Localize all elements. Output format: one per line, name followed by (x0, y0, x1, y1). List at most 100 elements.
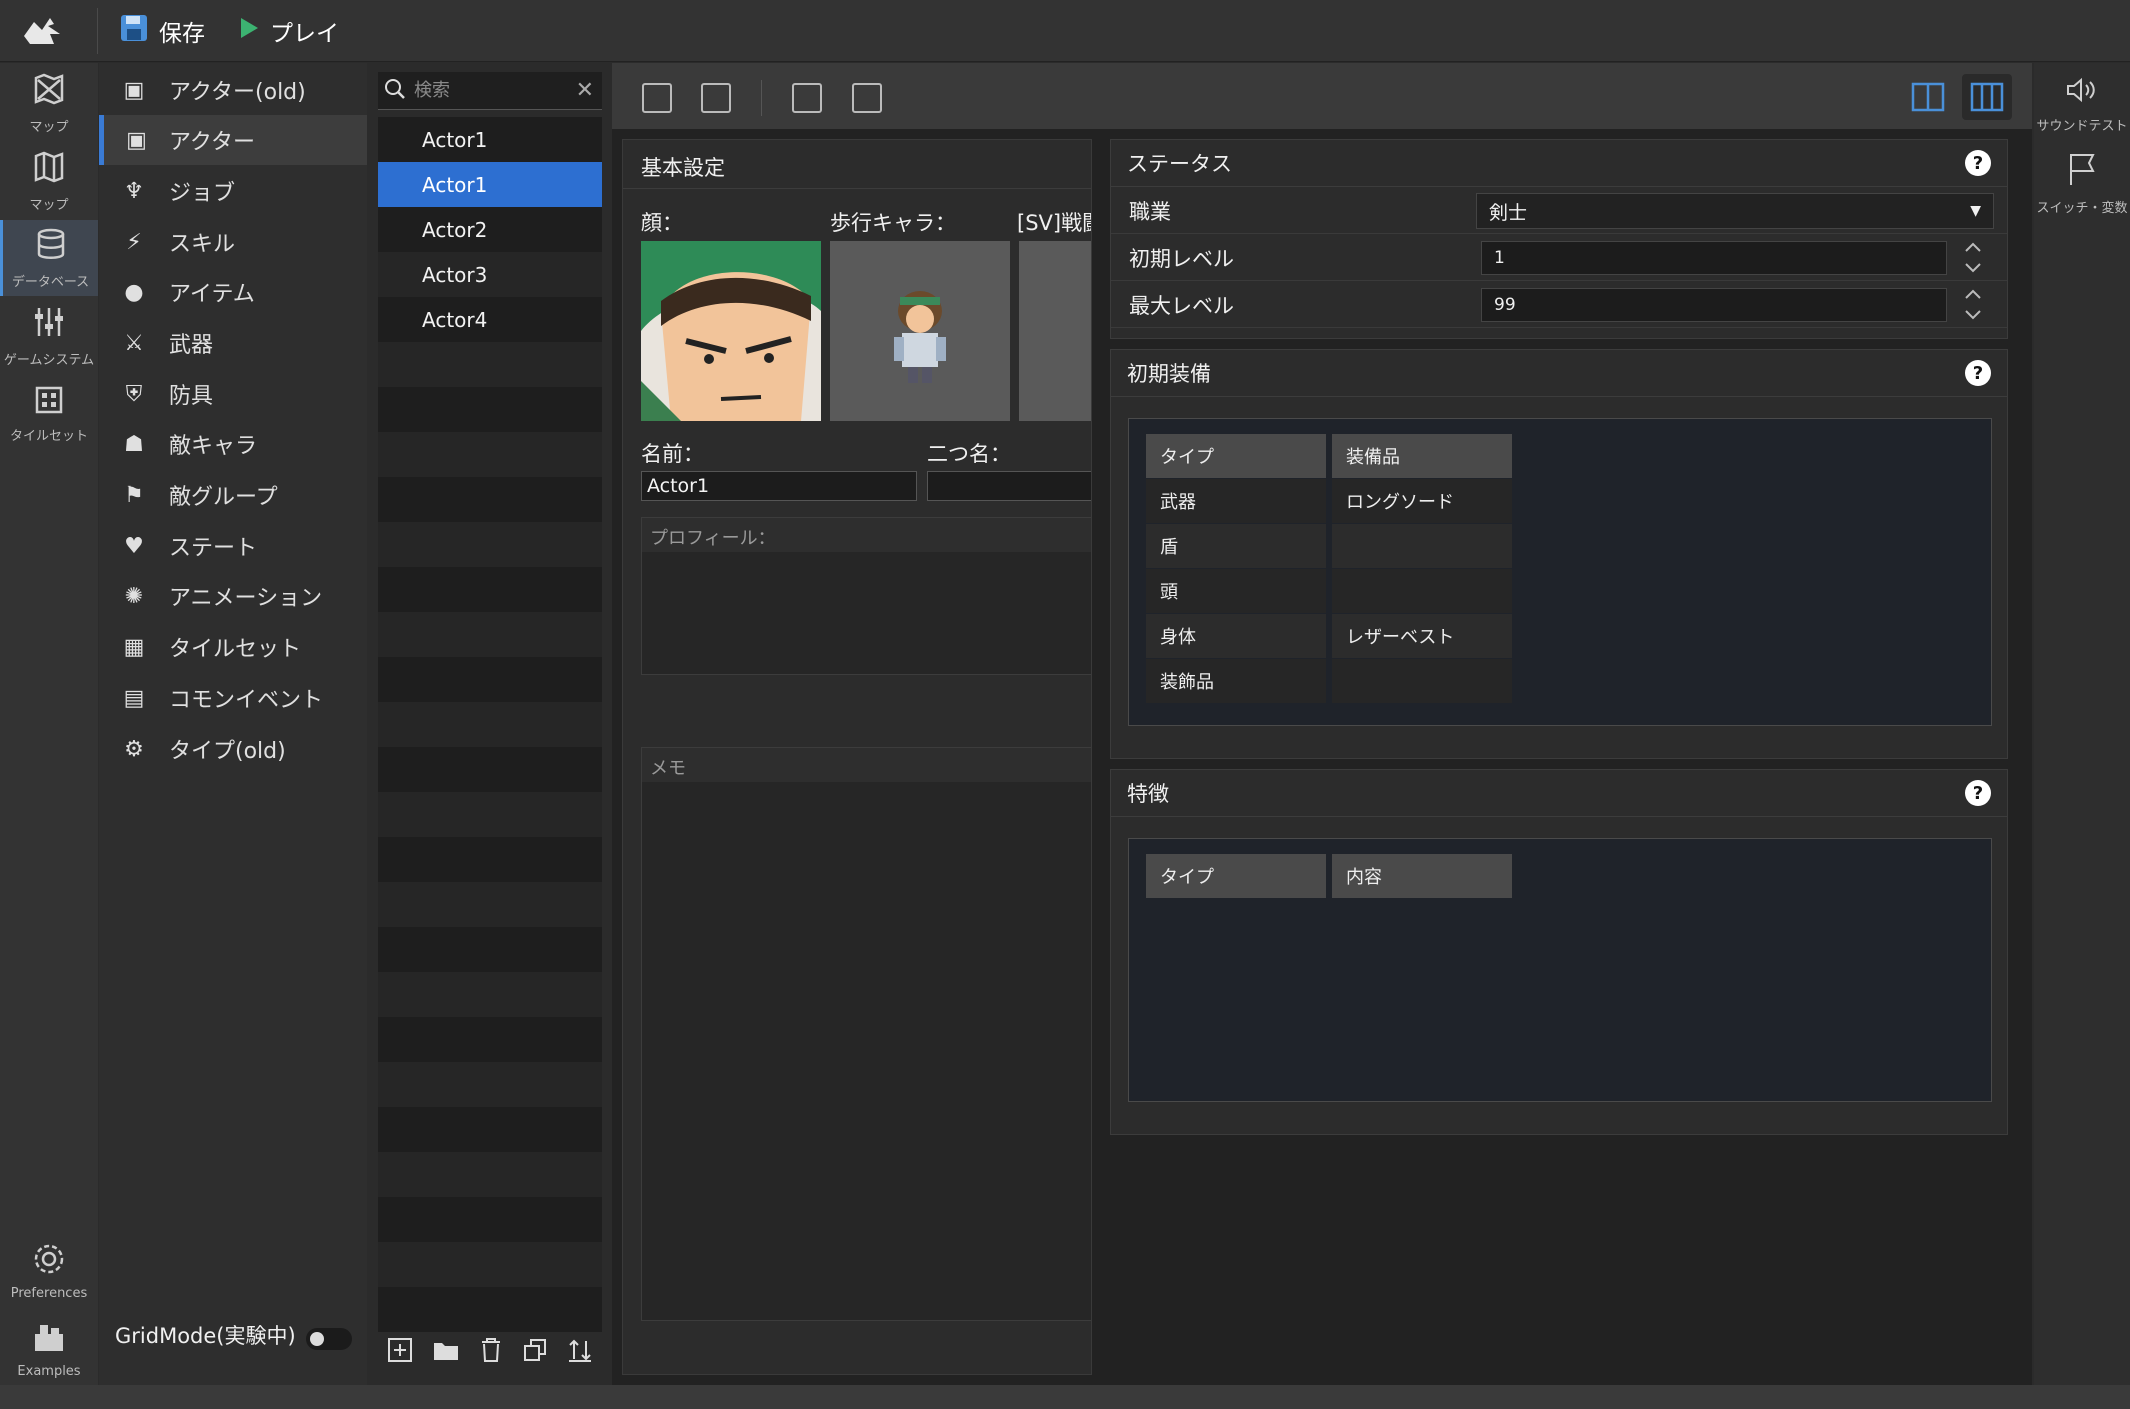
profile-area[interactable]: プロフィール： (641, 517, 1091, 675)
face-label: 顔： (641, 211, 683, 235)
view-option-1[interactable] (642, 83, 672, 113)
list-toolbar (378, 1330, 602, 1374)
gear-icon (32, 1242, 66, 1280)
menu-item-troop[interactable]: ⚑ 敵グループ (99, 470, 367, 520)
initial-level-stepper[interactable] (1958, 238, 1988, 278)
view-option-4[interactable] (852, 83, 882, 113)
toolbar-divider (97, 8, 98, 54)
copy-icon[interactable] (522, 1337, 548, 1367)
clear-search-icon[interactable]: ✕ (576, 78, 594, 103)
potion-icon: ● (124, 279, 144, 305)
list-item[interactable]: Actor2 (378, 207, 602, 252)
app-logo-icon[interactable] (20, 12, 72, 52)
memo-area[interactable]: メモ (641, 747, 1091, 1321)
menu-item-actor-old[interactable]: ▣ アクター(old) (99, 65, 367, 115)
menu-item-item[interactable]: ● アイテム (99, 267, 367, 317)
list-item[interactable]: Actor4 (378, 297, 602, 342)
class-select[interactable]: 剣士 ▼ (1476, 193, 1994, 229)
help-icon[interactable]: ? (1965, 780, 1991, 806)
search-icon (384, 78, 406, 104)
rail-item-map[interactable]: マップ (0, 143, 98, 219)
list-row-empty (378, 972, 602, 1017)
list-item[interactable]: Actor3 (378, 252, 602, 297)
menu-item-tileset[interactable]: ▦ タイルセット (99, 622, 367, 672)
save-button[interactable]: 保存 (119, 14, 205, 48)
two-column-icon[interactable] (1911, 81, 1945, 117)
play-button[interactable]: プレイ (238, 14, 339, 48)
list-row-empty (378, 792, 602, 837)
stepper-down-icon[interactable] (1963, 259, 1983, 278)
add-icon[interactable] (387, 1337, 413, 1367)
table-cell[interactable] (1332, 659, 1512, 703)
traits-header: 特徴 ? (1111, 770, 2007, 817)
nickname-input[interactable] (927, 471, 1091, 501)
initial-level-input[interactable]: 1 (1481, 241, 1947, 275)
max-level-input[interactable]: 99 (1481, 288, 1947, 322)
memo-label: メモ (642, 748, 1091, 782)
sort-icon[interactable] (567, 1337, 593, 1367)
column-header: タイプ (1146, 434, 1326, 478)
help-icon[interactable]: ? (1965, 150, 1991, 176)
left-rail: マップ マップ データベース ゲームシステム タイルセット Preference… (0, 63, 98, 1385)
list-row-empty (378, 1152, 602, 1197)
save-label: 保存 (159, 21, 205, 47)
table-cell[interactable] (1332, 569, 1512, 613)
gridmode-toggle[interactable] (306, 1328, 352, 1350)
gear-icon: ⚙ (124, 736, 144, 762)
rail-item-database[interactable]: データベース (0, 220, 98, 296)
menu-item-state[interactable]: ♥ ステート (99, 521, 367, 571)
sound-test-button[interactable]: サウンドテスト (2034, 75, 2130, 134)
torch-icon: ♆ (124, 178, 144, 204)
rail-item-preferences[interactable]: Preferences (0, 1233, 98, 1309)
menu-item-job[interactable]: ♆ ジョブ (99, 166, 367, 216)
rail-item-game-system[interactable]: ゲームシステム (0, 298, 98, 374)
traits-table[interactable]: タイプ 内容 (1128, 838, 1992, 1102)
table-cell[interactable] (1332, 524, 1512, 568)
stepper-up-icon[interactable] (1963, 285, 1983, 304)
stepper-up-icon[interactable] (1963, 238, 1983, 257)
class-label: 職業 (1129, 199, 1171, 224)
panel-title: 特徴 (1127, 782, 1169, 806)
menu-item-skill[interactable]: ⚡ スキル (99, 217, 367, 267)
table-cell[interactable]: レザーベスト (1332, 614, 1512, 658)
database-icon (34, 227, 68, 265)
menu-item-common-event[interactable]: ▤ コモンイベント (99, 673, 367, 723)
table-cell: 身体 (1146, 614, 1326, 658)
list-item[interactable]: Actor1 (378, 117, 602, 162)
switch-variable-button[interactable]: スイッチ・変数 (2034, 151, 2130, 216)
class-value: 剣士 (1489, 201, 1528, 224)
list-item-selected[interactable]: Actor1 (378, 162, 602, 207)
menu-item-actor[interactable]: ▣ アクター (99, 115, 367, 165)
walk-character-image[interactable] (830, 241, 1010, 421)
max-level-stepper[interactable] (1958, 285, 1988, 325)
sv-label: [SV]戦闘 (1017, 211, 1091, 235)
search-box[interactable]: ✕ (378, 72, 602, 110)
rail-item-map-x[interactable]: マップ (0, 65, 98, 141)
menu-item-enemy[interactable]: ☗ 敵キャラ (99, 419, 367, 469)
stepper-down-icon[interactable] (1963, 306, 1983, 325)
table-cell[interactable]: ロングソード (1332, 479, 1512, 523)
add-folder-icon[interactable] (432, 1337, 460, 1367)
help-icon[interactable]: ? (1965, 360, 1991, 386)
sv-battler-image[interactable] (1019, 241, 1091, 421)
name-input[interactable] (641, 471, 917, 501)
menu-item-animation[interactable]: ✺ アニメーション (99, 571, 367, 621)
trash-icon[interactable] (479, 1337, 503, 1367)
grid-icon: ▦ (123, 634, 145, 660)
menu-item-armor[interactable]: ⛨ 防具 (99, 369, 367, 419)
rail-label: Preferences (10, 1285, 88, 1301)
menu-item-weapon[interactable]: ⚔ 武器 (99, 318, 367, 368)
search-input[interactable] (414, 80, 564, 101)
sword-icon: ⚔ (124, 330, 144, 356)
face-image[interactable] (641, 241, 821, 421)
list-row-empty (378, 747, 602, 792)
rail-item-tileset[interactable]: タイルセット (0, 376, 98, 452)
view-option-2[interactable] (701, 83, 731, 113)
menu-item-label: 敵グループ (169, 485, 278, 510)
view-option-3[interactable] (792, 83, 822, 113)
rail-label: マップ (29, 197, 69, 213)
menu-item-label: アクター (169, 130, 256, 155)
menu-item-type-old[interactable]: ⚙ タイプ(old) (99, 724, 367, 774)
three-column-button[interactable] (1962, 74, 2012, 120)
rail-item-examples[interactable]: Examples (0, 1311, 98, 1387)
